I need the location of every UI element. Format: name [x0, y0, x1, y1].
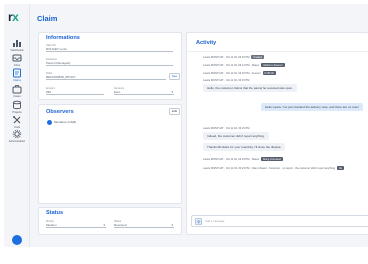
- sidebar-item-label: Cases: [13, 95, 21, 98]
- sidebar-item-label: Administration: [8, 140, 26, 143]
- sidebar-item-label: Dashboard: [10, 49, 24, 52]
- sidebar-item-projects[interactable]: Projects: [4, 100, 30, 114]
- projects-icon: [13, 100, 21, 110]
- sidebar-item-label: Claims: [13, 79, 21, 82]
- status-title: Status: [46, 210, 64, 216]
- activity-meta: Laurie MONTCAT · Oct 11 04, 03 15 PM · A…: [203, 71, 276, 75]
- activity-card: Activity Laurie MONTCAT · Oct 11 04, 03 …: [186, 32, 368, 235]
- message-bubble-outgoing: Hello Laurie, I've just checked the deli…: [261, 103, 363, 111]
- amount-field[interactable]: Amount 250: [46, 87, 104, 95]
- activity-meta: Laurie MONTCAT · Oct 11 04, 03 23 PM · S…: [203, 157, 283, 161]
- activity-meta-text: Laurie MONTCAT · Oct 11 04, 03 15 PM · A…: [203, 71, 261, 75]
- observer-name: Montaure (CAM): [54, 120, 77, 124]
- chevron-down-icon: ▾: [171, 223, 173, 227]
- dashboard-icon: [13, 40, 21, 47]
- divider: [187, 51, 368, 52]
- status-card: Status Priority Medium ▾ Status Received…: [38, 207, 182, 235]
- activity-badge: Created: [251, 55, 264, 59]
- field-value: Parcel (Damaged): [46, 61, 71, 65]
- activity-badge: Being processed: [261, 157, 283, 161]
- activity-meta: Laurie MONTCAT · Oct 11 04, 03 14 PM · S…: [203, 63, 285, 67]
- field-value: Euro: [114, 90, 121, 94]
- message-placeholder: Add a message: [205, 219, 225, 223]
- edit-observers-button[interactable]: Edit: [169, 108, 180, 115]
- activity-title: Activity: [196, 40, 217, 46]
- sidebar-item-claims[interactable]: Claims: [4, 68, 30, 82]
- message-bubble: Hello, the customer claims that the parc…: [203, 84, 297, 92]
- app-window: rx Dashboard Inbox Claims Cases Projects…: [4, 4, 368, 247]
- activity-badge: Added to observer: [261, 63, 285, 67]
- informations-card: Informations Client ID ROUGET Louis Cust…: [38, 32, 182, 100]
- chevron-down-icon: ▾: [171, 90, 173, 94]
- page-title: Claim: [37, 14, 58, 23]
- activity-meta-text: Laurie MONTCAT · Oct 11 04, 03 14 PM · S…: [203, 63, 260, 67]
- activity-meta-text: Laurie MONTCAT · Oct 11 04, 03 23 PM · C…: [203, 166, 335, 170]
- activity-meta: Laurie MONTCAT · Oct 11 04, 03 15 PM: [203, 127, 249, 130]
- order-field[interactable]: Order REF1000848_867427: [46, 72, 166, 80]
- administration-icon: [12, 129, 22, 139]
- sidebar-item-tools[interactable]: Tools: [4, 115, 30, 129]
- tools-icon: [13, 116, 21, 124]
- cases-icon: [12, 85, 22, 94]
- observers-card: Observers Edit Montaure (CAM): [38, 104, 182, 204]
- field-value: REF1000848_867427: [46, 75, 76, 79]
- app-logo: rx: [8, 10, 19, 24]
- message-bubble: Thanks Montaire for your reactivity, I'l…: [203, 143, 286, 151]
- sidebar: rx Dashboard Inbox Claims Cases Projects…: [4, 4, 30, 247]
- see-order-button[interactable]: See: [169, 73, 180, 80]
- sidebar-item-label: Inbox: [13, 64, 21, 67]
- sidebar-item-dashboard[interactable]: Dashboard: [4, 38, 30, 52]
- field-value: Medium: [46, 223, 57, 227]
- sidebar-item-label: Projects: [12, 111, 22, 114]
- avatar[interactable]: [12, 235, 22, 245]
- activity-meta: Laurie MONTCAT · Oct 11 04, 03 23 PM · C…: [203, 166, 345, 170]
- activity-meta-text: Laurie MONTCAT · Oct 11 04, 03 15 PM: [203, 79, 250, 82]
- activity-meta-text: Laurie MONTCAT · Oct 11 04, 03 15 PM: [203, 127, 250, 130]
- activity-meta: Laurie MONTCAT · Oct 11 04, 03 15 PM: [203, 79, 249, 82]
- client-field[interactable]: Client ID ROUGET Louis: [46, 44, 173, 52]
- field-value: Received: [114, 223, 127, 227]
- activity-meta-text: Laurie MONTCAT · Oct 11 04, 03 23 PM · S…: [203, 157, 260, 161]
- currency-select[interactable]: Currency Euro ▾: [114, 87, 174, 95]
- chevron-down-icon: ▾: [103, 223, 105, 227]
- observer-chip[interactable]: Montaure (CAM): [47, 119, 76, 125]
- activity-badge: € 250.00: [262, 71, 276, 75]
- activity-badge: Re: [336, 166, 345, 170]
- claims-icon: [13, 68, 21, 78]
- observer-avatar: [47, 119, 52, 125]
- sidebar-item-inbox[interactable]: Inbox: [4, 53, 30, 67]
- activity-meta-text: Laurie MONTCAT · Oct 11 04, 03 15 PM: [203, 55, 250, 59]
- customer-field[interactable]: Customer Parcel (Damaged): [46, 58, 173, 66]
- status-select[interactable]: Status Received ▾: [114, 220, 174, 228]
- informations-title: Informations: [46, 35, 80, 41]
- sidebar-item-cases[interactable]: Cases: [4, 84, 30, 98]
- field-value: 250: [46, 90, 52, 94]
- sidebar-item-administration[interactable]: Administration: [4, 129, 30, 143]
- message-bubble: Indeed, the customer didn't report anyth…: [203, 132, 269, 140]
- field-value: ROUGET Louis: [46, 47, 67, 51]
- activity-meta: Laurie MONTCAT · Oct 11 04, 03 15 PM Cre…: [203, 55, 264, 59]
- message-composer[interactable]: Add a message: [191, 215, 368, 227]
- attachment-icon[interactable]: [195, 218, 202, 225]
- priority-select[interactable]: Priority Medium ▾: [46, 220, 106, 228]
- observers-title: Observers: [46, 109, 74, 115]
- inbox-icon: [12, 54, 22, 62]
